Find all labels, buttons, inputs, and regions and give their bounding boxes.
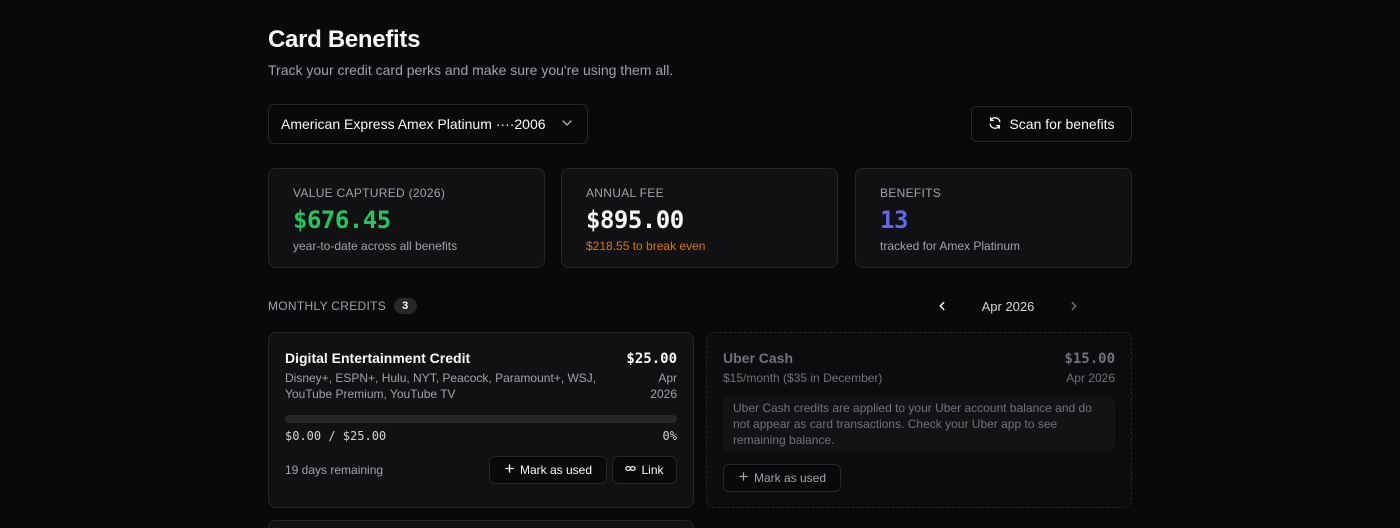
mark-as-used-label: Mark as used: [519, 463, 593, 477]
stat-sub: $218.55 to break even: [586, 239, 706, 253]
chevron-right-icon[interactable]: [1062, 296, 1086, 316]
credit-card-digital-entertainment: Digital Entertainment Credit Disney+, ES…: [268, 332, 694, 508]
plus-icon: [738, 471, 749, 485]
credit-amount-block: $15.00 Apr 2026: [1064, 351, 1115, 386]
next-credit-card: [268, 520, 694, 528]
stat-label: VALUE CAPTURED (2026): [293, 186, 446, 200]
link-button[interactable]: Link: [612, 456, 677, 484]
page-title: Card Benefits: [268, 26, 421, 53]
credit-name: Uber Cash: [723, 350, 794, 366]
stat-value: $676.45: [293, 206, 391, 234]
link-icon: [625, 463, 637, 477]
monthly-credits-heading: MONTHLY CREDITS 3: [268, 298, 417, 314]
stat-sub: year-to-date across all benefits: [293, 239, 458, 253]
progress-row: $0.00 / $25.00 0%: [285, 429, 677, 443]
days-remaining: 19 days remaining: [285, 463, 384, 477]
scan-button-label: Scan for benefits: [1009, 116, 1115, 132]
stat-value: $895.00: [586, 206, 684, 234]
credit-note: Uber Cash credits are applied to your Ub…: [723, 396, 1115, 452]
count-badge: 3: [394, 298, 417, 314]
chevron-down-icon: [559, 115, 575, 134]
credit-description: $15/month ($35 in December): [723, 371, 883, 385]
credit-card-uber-cash: Uber Cash $15/month ($35 in December) $1…: [706, 332, 1132, 508]
stat-value-captured: VALUE CAPTURED (2026) $676.45 year-to-da…: [268, 168, 545, 268]
card-select-value: American Express Amex Platinum ····2006: [281, 116, 546, 132]
progress-percent: 0%: [662, 429, 677, 443]
monthly-credits-label: MONTHLY CREDITS: [268, 299, 387, 313]
progress-text: $0.00 / $25.00: [285, 429, 387, 443]
mark-as-used-button[interactable]: Mark as used: [489, 456, 607, 484]
mark-as-used-button[interactable]: Mark as used: [723, 464, 841, 492]
stat-value: 13: [880, 206, 908, 234]
credit-description: Disney+, ESPN+, Hulu, NYT, Peacock, Para…: [285, 371, 597, 401]
stat-benefits: BENEFITS 13 tracked for Amex Platinum: [855, 168, 1132, 268]
stat-label: BENEFITS: [880, 186, 942, 200]
card-select-dropdown[interactable]: American Express Amex Platinum ····2006: [268, 104, 588, 144]
month-navigator: Apr 2026: [930, 296, 1086, 316]
credit-name: Digital Entertainment Credit: [285, 350, 471, 366]
credit-period: Apr 2026: [1066, 371, 1115, 385]
chevron-left-icon[interactable]: [930, 296, 954, 316]
mark-as-used-label: Mark as used: [753, 471, 827, 485]
stat-label: ANNUAL FEE: [586, 186, 664, 200]
credit-amount: $25.00: [626, 351, 677, 367]
credit-period: Apr 2026: [650, 371, 677, 401]
current-month: Apr 2026: [981, 298, 1035, 314]
plus-icon: [504, 463, 515, 477]
credit-amount-block: $25.00 Apr 2026: [626, 351, 677, 402]
credit-amount: $15.00: [1064, 351, 1115, 367]
progress-bar: [285, 415, 677, 423]
page-subtitle: Track your credit card perks and make su…: [268, 62, 674, 78]
stat-sub: tracked for Amex Platinum: [880, 239, 1021, 253]
link-label: Link: [641, 463, 664, 477]
refresh-icon: [988, 116, 1002, 133]
stat-annual-fee: ANNUAL FEE $895.00 $218.55 to break even: [561, 168, 838, 268]
scan-for-benefits-button[interactable]: Scan for benefits: [971, 106, 1132, 142]
